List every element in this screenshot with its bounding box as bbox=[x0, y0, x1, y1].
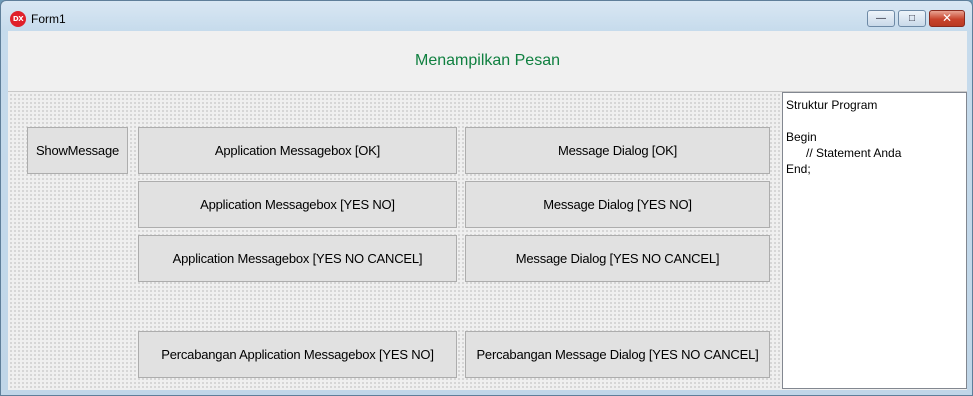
memo-line: Struktur Program bbox=[786, 98, 878, 112]
message-dialog-yes-no-button[interactable]: Message Dialog [YES NO] bbox=[465, 181, 770, 228]
title-bar[interactable]: DX Form1 — □ ✕ bbox=[1, 1, 972, 31]
message-dialog-yes-no-cancel-button[interactable]: Message Dialog [YES NO CANCEL] bbox=[465, 235, 770, 282]
memo-line: End; bbox=[786, 162, 811, 176]
memo-line: // Statement Anda bbox=[786, 146, 902, 160]
memo-line bbox=[786, 113, 963, 129]
app-messagebox-ok-button[interactable]: Application Messagebox [OK] bbox=[138, 127, 457, 174]
branch-message-dialog-yes-no-cancel-button[interactable]: Percabangan Message Dialog [YES NO CANCE… bbox=[465, 331, 770, 378]
program-structure-memo[interactable]: Struktur Program Begin // Statement Anda… bbox=[782, 92, 967, 389]
close-button[interactable]: ✕ bbox=[929, 10, 965, 27]
page-title: Menampilkan Pesan bbox=[415, 52, 560, 69]
header-panel: Menampilkan Pesan bbox=[8, 31, 967, 92]
window-title: Form1 bbox=[31, 12, 66, 26]
app-messagebox-yes-no-button[interactable]: Application Messagebox [YES NO] bbox=[138, 181, 457, 228]
message-dialog-ok-button[interactable]: Message Dialog [OK] bbox=[465, 127, 770, 174]
maximize-button[interactable]: □ bbox=[898, 10, 926, 27]
minimize-button[interactable]: — bbox=[867, 10, 895, 27]
app-messagebox-yes-no-cancel-button[interactable]: Application Messagebox [YES NO CANCEL] bbox=[138, 235, 457, 282]
button-panel: ShowMessage Application Messagebox [OK] … bbox=[8, 92, 782, 390]
app-icon: DX bbox=[10, 11, 26, 27]
branch-app-messagebox-yes-no-button[interactable]: Percabangan Application Messagebox [YES … bbox=[138, 331, 457, 378]
show-message-button[interactable]: ShowMessage bbox=[27, 127, 128, 174]
form-client-area: Menampilkan Pesan ShowMessage Applicatio… bbox=[8, 31, 967, 390]
form-window: DX Form1 — □ ✕ Menampilkan Pesan ShowMes… bbox=[0, 0, 973, 396]
memo-line: Begin bbox=[786, 130, 817, 144]
